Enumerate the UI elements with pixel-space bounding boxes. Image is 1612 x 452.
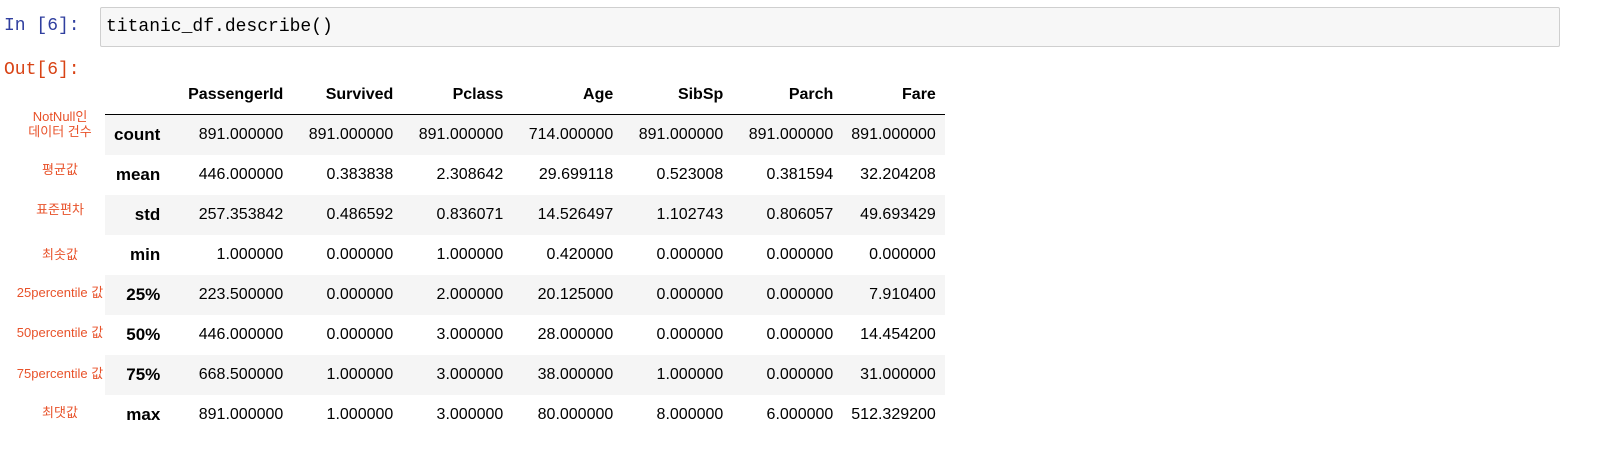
row-index: 50%	[126, 325, 161, 344]
column-header-age: Age	[512, 76, 623, 115]
table-cell: 3.000000	[436, 326, 504, 343]
table-cell: 29.699118	[538, 166, 614, 183]
annotation-count: NotNull인 데이터 건수	[28, 109, 92, 139]
table-cell: 0.806057	[766, 206, 834, 223]
table-cell: 0.523008	[656, 166, 724, 183]
column-header-passengerid: PassengerId	[169, 76, 293, 115]
table-cell: 7.910400	[869, 286, 936, 303]
input-prompt: In [6]:	[4, 16, 80, 36]
row-index: 75%	[126, 365, 161, 384]
table-cell: 446.000000	[198, 166, 284, 183]
table-row: count 891.000000 891.000000 891.000000 7…	[105, 114, 945, 155]
table-cell: 80.000000	[537, 406, 614, 423]
table-cell: 668.500000	[198, 366, 284, 383]
row-index: min	[130, 245, 161, 264]
table-cell: 32.204208	[860, 166, 936, 183]
column-header-survived: Survived	[292, 76, 403, 115]
table-cell: 0.000000	[766, 246, 834, 263]
table-cell: 6.000000	[766, 406, 834, 423]
table-cell: 891.000000	[748, 126, 834, 143]
table-cell: 14.454200	[860, 326, 936, 343]
table-cell: 891.000000	[638, 126, 724, 143]
row-index: max	[126, 405, 161, 424]
table-row: 50% 446.000000 0.000000 3.000000 28.0000…	[105, 315, 945, 355]
table-cell: 891.000000	[418, 126, 504, 143]
table-cell: 0.000000	[656, 246, 724, 263]
table-cell: 8.000000	[656, 406, 724, 423]
table-cell: 31.000000	[860, 366, 936, 383]
table-row: 25% 223.500000 0.000000 2.000000 20.1250…	[105, 275, 945, 315]
table-cell: 0.000000	[656, 326, 724, 343]
table-cell: 891.000000	[851, 126, 936, 143]
table-cell: 0.836071	[436, 206, 504, 223]
table-cell: 891.000000	[308, 126, 394, 143]
annotation-std: 표준편차	[36, 202, 84, 217]
table-cell: 14.526497	[537, 206, 614, 223]
table-cell: 0.000000	[656, 286, 724, 303]
table-cell: 49.693429	[860, 206, 936, 223]
table-cell: 0.381594	[766, 166, 834, 183]
table-row: max 891.000000 1.000000 3.000000 80.0000…	[105, 395, 945, 435]
column-header-sibsp: SibSp	[622, 76, 733, 115]
describe-table: PassengerId Survived Pclass Age SibSp Pa…	[105, 76, 945, 435]
output-prompt: Out[6]:	[4, 60, 80, 80]
annotation-max: 최댓값	[42, 405, 78, 420]
table-cell: 891.000000	[198, 406, 284, 423]
column-header-parch: Parch	[732, 76, 843, 115]
table-row: std 257.353842 0.486592 0.836071 14.5264…	[105, 195, 945, 235]
table-cell: 446.000000	[198, 326, 284, 343]
header-row: PassengerId Survived Pclass Age SibSp Pa…	[105, 76, 945, 115]
table-cell: 1.102743	[656, 206, 724, 223]
table-cell: 0.420000	[546, 246, 614, 263]
table-cell: 1.000000	[656, 366, 724, 383]
table-cell: 38.000000	[537, 366, 614, 383]
table-cell: 1.000000	[436, 246, 504, 263]
table-cell: 1.000000	[326, 406, 394, 423]
annotation-mean: 평균값	[42, 162, 78, 177]
annotation-50: 50percentile 값	[16, 325, 104, 340]
row-index: mean	[115, 165, 161, 184]
table-cell: 0.486592	[326, 206, 394, 223]
table-row: mean 446.000000 0.383838 2.308642 29.699…	[105, 155, 945, 195]
table-cell: 223.500000	[198, 286, 284, 303]
table-cell: 0.000000	[766, 326, 834, 343]
table-cell: 0.000000	[326, 286, 394, 303]
code-cell[interactable]: titanic_df.describe()	[100, 7, 1560, 47]
column-header-fare: Fare	[842, 76, 945, 115]
table-row: min 1.000000 0.000000 1.000000 0.420000 …	[105, 235, 945, 275]
table-cell: 28.000000	[537, 326, 614, 343]
table-cell: 714.000000	[528, 126, 614, 143]
table-cell: 0.000000	[326, 246, 394, 263]
row-index: 25%	[126, 285, 161, 304]
annotation-25: 25percentile 값	[16, 285, 104, 300]
annotation-min: 최솟값	[42, 247, 78, 262]
table-cell: 3.000000	[436, 366, 504, 383]
column-header-index	[105, 76, 170, 115]
table-cell: 2.000000	[436, 286, 504, 303]
annotation-75: 75percentile 값	[16, 366, 104, 381]
column-header-pclass: Pclass	[402, 76, 513, 115]
table-cell: 0.000000	[869, 246, 936, 263]
row-index: count	[114, 125, 161, 144]
table-cell: 891.000000	[198, 126, 284, 143]
table-cell: 257.353842	[198, 206, 284, 223]
table-cell: 0.000000	[766, 366, 834, 383]
table-cell: 2.308642	[436, 166, 504, 183]
table-row: 75% 668.500000 1.000000 3.000000 38.0000…	[105, 355, 945, 395]
table-cell: 512.329200	[851, 406, 936, 423]
table-cell: 3.000000	[436, 406, 504, 423]
table-cell: 20.125000	[537, 286, 614, 303]
table-cell: 0.383838	[326, 166, 394, 183]
table-cell: 1.000000	[216, 246, 284, 263]
code-text[interactable]: titanic_df.describe()	[106, 17, 333, 37]
row-index: std	[134, 205, 161, 224]
table-cell: 0.000000	[326, 326, 394, 343]
table-cell: 0.000000	[766, 286, 834, 303]
table-cell: 1.000000	[326, 366, 394, 383]
